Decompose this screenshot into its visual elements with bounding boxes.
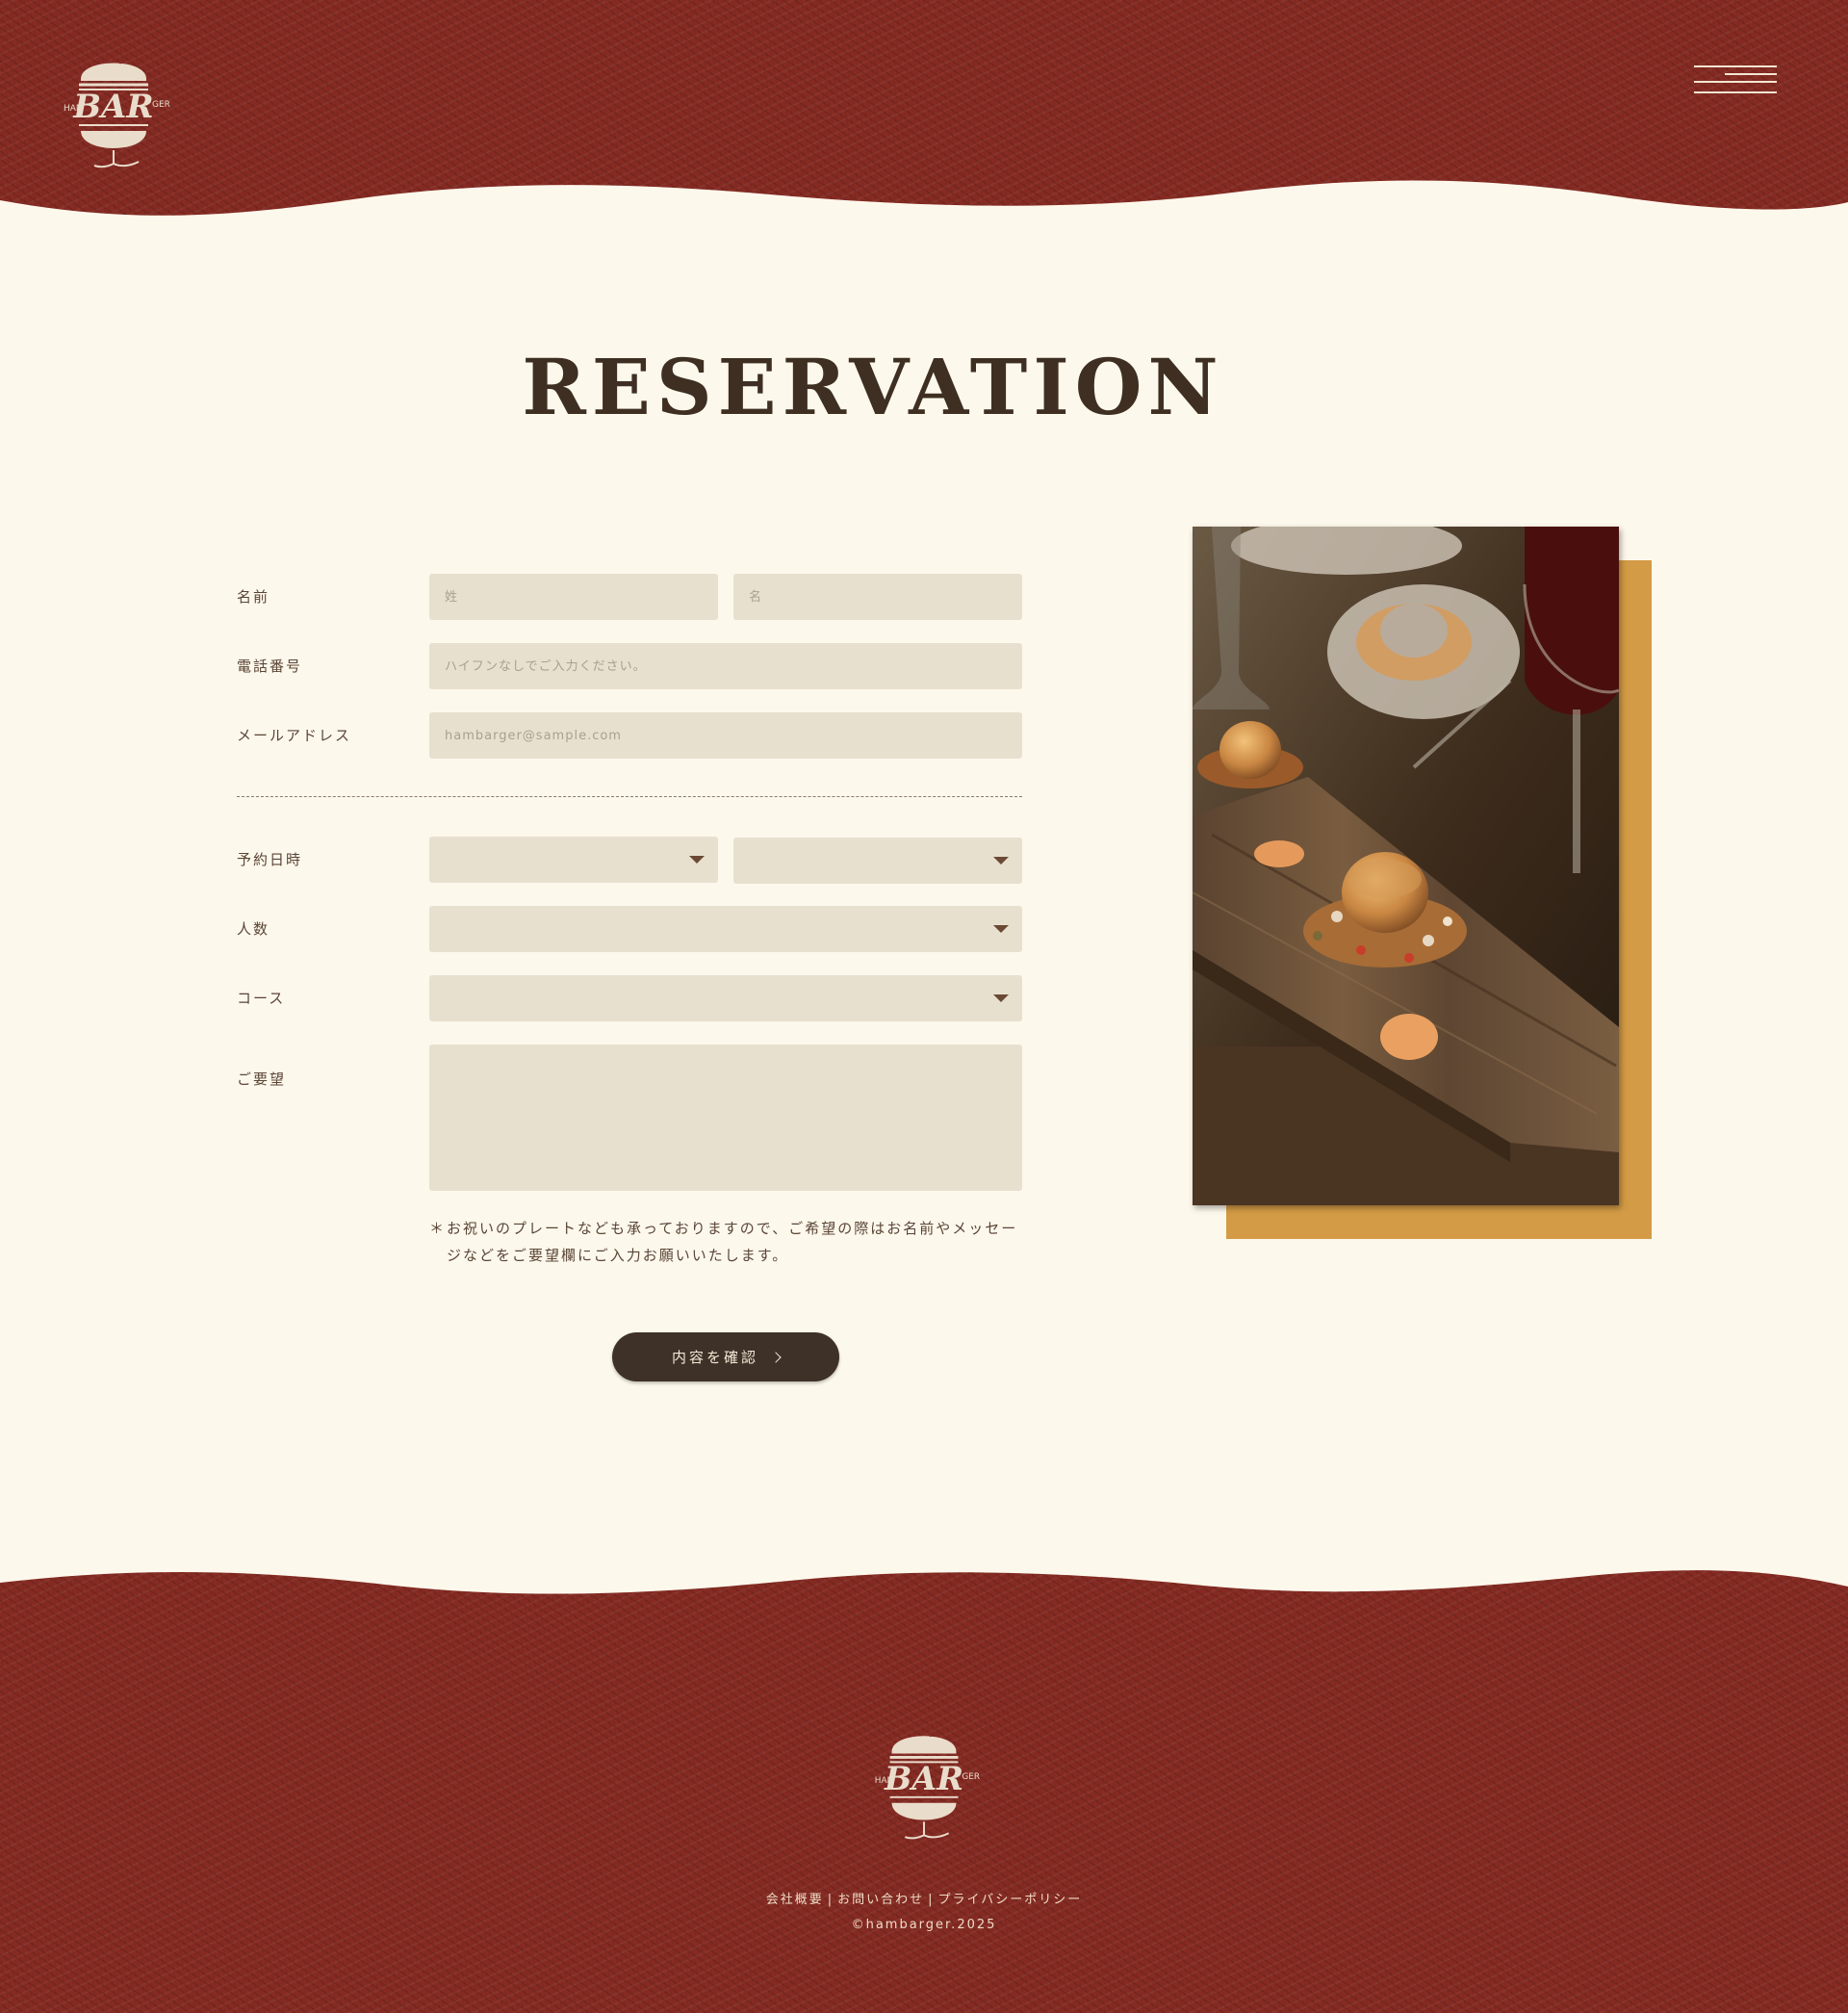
email-input[interactable] (429, 712, 1022, 759)
site-logo[interactable]: BAR HAM GER (50, 50, 177, 177)
copyright: ©hambarger.2025 (851, 1918, 997, 1932)
phone-label: 電話番号 (237, 658, 303, 675)
svg-text:GER: GER (962, 1772, 980, 1782)
svg-text:GER: GER (152, 100, 170, 110)
request-note: ＊ お祝いのプレートなども承っておりますので、ご希望の際はお名前やメッセージなど… (429, 1215, 1026, 1269)
first-name-input[interactable] (733, 574, 1022, 620)
email-label: メールアドレス (237, 727, 352, 744)
header-wave (0, 180, 1848, 231)
chevron-down-icon (993, 994, 1009, 1002)
guests-select[interactable] (429, 906, 1022, 952)
course-row: コース (237, 975, 1022, 1021)
chevron-down-icon (993, 925, 1009, 933)
datetime-row: 予約日時 (237, 837, 1022, 884)
footer-wave (0, 1560, 1848, 1594)
chevron-down-icon (993, 857, 1009, 865)
confirm-button-label: 内容を確認 (671, 1349, 758, 1366)
chevron-down-icon (689, 856, 705, 864)
footer-links: 会社概要 | お問い合わせ | プライバシーポリシー (0, 1889, 1848, 1907)
logo-burger-icon: BAR HAM GER (875, 1730, 980, 1840)
requests-row: ご要望 (237, 1045, 1022, 1191)
page-title: RESERVATION (522, 342, 1224, 432)
hamburger-menu-icon[interactable] (1690, 64, 1777, 98)
footer-link-contact[interactable]: お問い合わせ (837, 1893, 924, 1907)
footer-link-privacy[interactable]: プライバシーポリシー (938, 1893, 1083, 1907)
svg-text:BAR: BAR (884, 1760, 963, 1797)
footer-link-company[interactable]: 会社概要 (766, 1893, 824, 1907)
confirm-button[interactable]: 内容を確認 (612, 1332, 839, 1381)
svg-text:HAM: HAM (875, 1776, 894, 1786)
svg-text:HAM: HAM (64, 104, 84, 114)
food-plate-image (1193, 527, 1619, 1205)
last-name-input[interactable] (429, 574, 718, 620)
course-label: コース (237, 990, 286, 1007)
requests-label: ご要望 (237, 1071, 287, 1088)
guests-label: 人数 (237, 920, 270, 938)
name-row: 名前 (237, 574, 1022, 620)
footer-separator: | (827, 1893, 834, 1907)
phone-row: 電話番号 (237, 643, 1022, 689)
food-photo (1193, 527, 1619, 1205)
footer-separator: | (928, 1893, 935, 1907)
svg-text:BAR: BAR (72, 88, 153, 126)
note-text: お祝いのプレートなども承っておりますので、ご希望の際はお名前やメッセージなどをご… (447, 1220, 1018, 1264)
course-select[interactable] (429, 975, 1022, 1021)
form-divider (237, 796, 1022, 797)
name-label: 名前 (237, 588, 270, 606)
phone-input[interactable] (429, 643, 1022, 689)
footer-logo[interactable]: BAR HAM GER (861, 1723, 987, 1848)
email-row: メールアドレス (237, 712, 1022, 759)
time-select[interactable] (733, 838, 1022, 884)
chevron-right-icon (770, 1351, 782, 1363)
guests-row: 人数 (237, 906, 1022, 952)
datetime-label: 予約日時 (237, 851, 303, 868)
date-select[interactable] (429, 837, 718, 883)
logo-burger-icon: BAR HAM GER (64, 57, 170, 168)
note-asterisk: ＊ (429, 1220, 447, 1237)
requests-textarea[interactable] (429, 1045, 1022, 1191)
